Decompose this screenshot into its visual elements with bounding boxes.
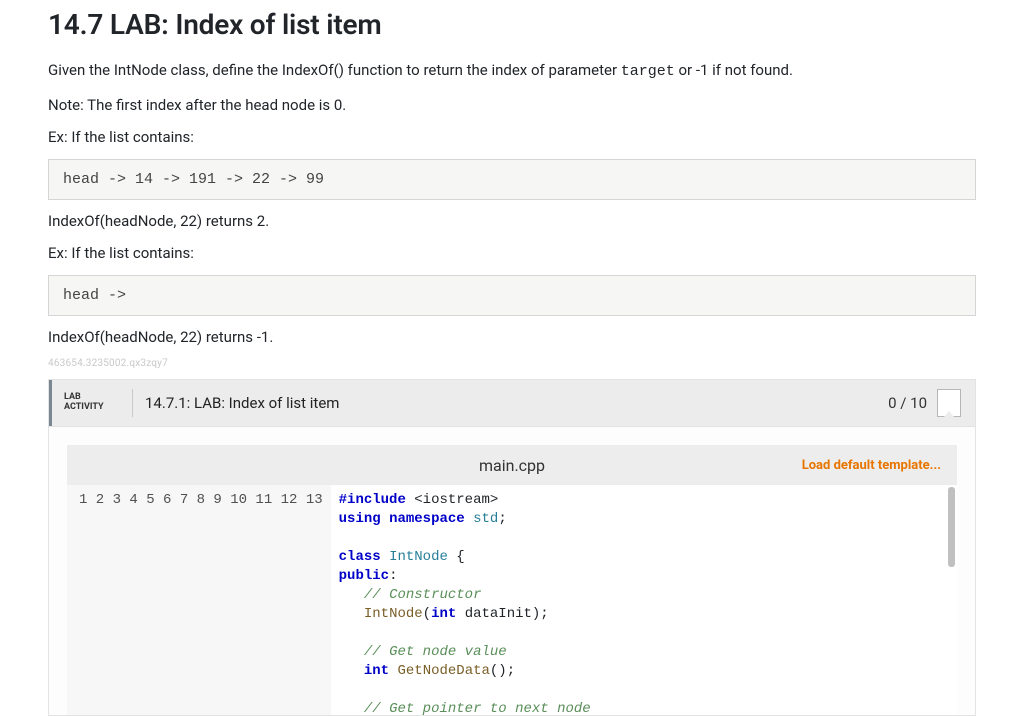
lab-tag: LAB ACTIVITY (49, 380, 132, 426)
note-paragraph: Note: The first index after the head nod… (48, 94, 976, 117)
code-editor[interactable]: 1 2 3 4 5 6 7 8 9 10 11 12 13 #include <… (67, 485, 957, 715)
result-1: IndexOf(headNode, 22) returns 2. (48, 210, 976, 233)
example-label-1: Ex: If the list contains: (48, 126, 976, 149)
editor-wrap: main.cpp Load default template... 1 2 3 … (49, 427, 975, 715)
lab-title: 14.7.1: LAB: Index of list item (145, 394, 888, 412)
example-label-2: Ex: If the list contains: (48, 242, 976, 265)
watermark: 463654.3235002.qx3zqy7 (48, 358, 976, 369)
line-number-gutter: 1 2 3 4 5 6 7 8 9 10 11 12 13 (67, 485, 331, 715)
intro-before: Given the IntNode class, define the Inde… (48, 61, 621, 79)
intro-code-target: target (621, 63, 675, 80)
listing-2: head -> (48, 275, 976, 316)
scrollbar-thumb[interactable] (948, 487, 955, 567)
lab-divider (132, 389, 133, 417)
intro-after: or -1 if not found. (675, 61, 793, 79)
file-tab-main[interactable]: main.cpp (479, 456, 545, 475)
score-badge-icon (937, 389, 961, 417)
page-title: 14.7 LAB: Index of list item (48, 8, 976, 41)
load-default-template-link[interactable]: Load default template... (802, 458, 941, 473)
listing-1: head -> 14 -> 191 -> 22 -> 99 (48, 159, 976, 200)
intro-paragraph: Given the IntNode class, define the Inde… (48, 59, 976, 84)
lab-tag-line2: ACTIVITY (64, 403, 120, 413)
result-2: IndexOf(headNode, 22) returns -1. (48, 326, 976, 349)
lab-score: 0 / 10 (888, 394, 927, 412)
file-tab-bar: main.cpp Load default template... (67, 445, 957, 485)
lab-activity-box: LAB ACTIVITY 14.7.1: LAB: Index of list … (48, 379, 976, 716)
lab-header: LAB ACTIVITY 14.7.1: LAB: Index of list … (49, 380, 975, 427)
code-content[interactable]: #include <iostream> using namespace std;… (331, 485, 957, 715)
